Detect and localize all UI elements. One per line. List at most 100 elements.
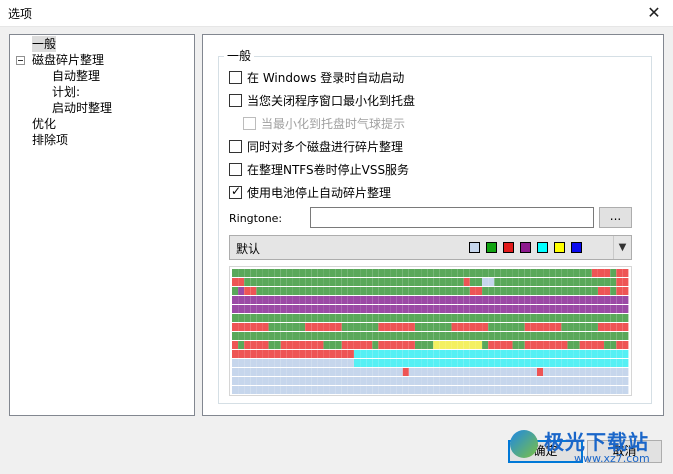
disk-cluster-cell <box>360 305 367 313</box>
disk-cluster-cell <box>561 278 568 286</box>
disk-cluster-cell <box>567 287 574 295</box>
disk-cluster-cell <box>500 359 507 367</box>
disk-cluster-cell <box>445 269 452 277</box>
disk-cluster-cell <box>549 368 556 376</box>
browse-button[interactable]: ... <box>599 207 632 228</box>
disk-cluster-cell <box>598 323 604 331</box>
disk-cluster-cell <box>610 296 617 304</box>
disk-cluster-cell <box>518 341 525 349</box>
tree-item-schedule[interactable]: 计划: <box>52 84 80 100</box>
disk-cluster-cell <box>354 296 360 304</box>
disk-cluster-cell <box>293 287 299 295</box>
disk-cluster-cell <box>537 323 543 331</box>
chevron-down-icon[interactable]: ▼ <box>613 236 631 259</box>
disk-cluster-cell <box>378 296 385 304</box>
disk-cluster-cell <box>451 350 458 358</box>
disk-cluster-cell <box>427 305 434 313</box>
disk-cluster-cell <box>494 359 501 367</box>
disk-cluster-cell <box>549 269 556 277</box>
disk-cluster-cell <box>549 278 556 286</box>
disk-cluster-cell <box>244 377 251 385</box>
disk-cluster-cell <box>329 332 336 340</box>
disk-cluster-cell <box>537 350 543 358</box>
collapse-icon[interactable] <box>16 56 25 65</box>
disk-cluster-cell <box>598 341 604 349</box>
battery-stop-checkbox[interactable]: ✓ <box>229 184 242 199</box>
disk-cluster-cell <box>360 359 367 367</box>
disk-cluster-cell <box>518 269 525 277</box>
disk-cluster-cell <box>622 305 629 313</box>
disk-cluster-cell <box>500 368 507 376</box>
disk-cluster-cell <box>329 287 336 295</box>
disk-cluster-cell <box>390 269 397 277</box>
disk-cluster-cell <box>274 287 281 295</box>
disk-cluster-cell <box>561 332 568 340</box>
disk-cluster-cell <box>482 341 489 349</box>
disk-cluster-cell <box>610 377 617 385</box>
disk-cluster-cell <box>598 278 604 286</box>
disk-cluster-cell <box>591 377 598 385</box>
disk-cluster-cell <box>549 305 556 313</box>
disk-cluster-cell <box>427 359 434 367</box>
disk-cluster-cell <box>347 323 354 331</box>
disk-cluster-cell <box>329 323 336 331</box>
disk-cluster-cell <box>402 314 409 322</box>
disk-cluster-cell <box>262 296 269 304</box>
ringtone-input[interactable] <box>310 207 594 228</box>
color-scheme-dropdown[interactable]: 默认 ▼ <box>229 235 632 260</box>
disk-cluster-cell <box>390 368 397 376</box>
disk-cluster-cell <box>262 350 269 358</box>
disk-cluster-cell <box>238 377 245 385</box>
tree-item-defrag[interactable]: 磁盘碎片整理 <box>32 52 104 68</box>
disk-cluster-cell <box>500 341 507 349</box>
disk-cluster-cell <box>354 305 360 313</box>
disk-cluster-cell <box>390 278 397 286</box>
disk-cluster-cell <box>610 350 617 358</box>
disk-cluster-cell <box>256 368 263 376</box>
disk-cluster-cell <box>549 287 556 295</box>
title-bar: 选项 ✕ <box>0 0 673 27</box>
disk-cluster-cell <box>402 368 409 376</box>
disk-cluster-cell <box>494 305 501 313</box>
stop-vss-checkbox[interactable] <box>229 163 242 176</box>
tree-item-boot-defrag[interactable]: 启动时整理 <box>52 100 112 116</box>
disk-cluster-cell <box>354 269 360 277</box>
disk-cluster-cell <box>238 296 245 304</box>
options-tree[interactable]: 一般 磁盘碎片整理 自动整理 计划: 启动时整理 优化 排除项 <box>9 34 195 416</box>
disk-cluster-cell <box>622 269 629 277</box>
tree-item-auto-defrag[interactable]: 自动整理 <box>52 68 100 84</box>
multi-disk-checkbox[interactable] <box>229 140 242 153</box>
disk-cluster-cell <box>238 278 245 286</box>
disk-cluster-cell <box>329 359 336 367</box>
disk-cluster-cell <box>415 341 421 349</box>
disk-cluster-cell <box>445 314 452 322</box>
close-icon[interactable]: ✕ <box>643 3 665 23</box>
disk-cluster-cell <box>390 314 397 322</box>
disk-cluster-cell <box>549 359 556 367</box>
disk-cluster-cell <box>317 377 324 385</box>
disk-cluster-cell <box>323 377 330 385</box>
disk-cluster-cell <box>335 359 342 367</box>
disk-cluster-cell <box>323 386 330 394</box>
disk-cluster-cell <box>598 359 604 367</box>
disk-cluster-cell <box>543 278 550 286</box>
tree-item-exclusions[interactable]: 排除项 <box>32 132 68 148</box>
disk-cluster-cell <box>585 341 592 349</box>
disk-cluster-cell <box>329 296 336 304</box>
autostart-checkbox[interactable] <box>229 71 242 84</box>
disk-cluster-cell <box>378 386 385 394</box>
disk-cluster-cell <box>317 314 324 322</box>
disk-cluster-cell <box>323 323 330 331</box>
disk-cluster-cell <box>408 314 415 322</box>
disk-cluster-cell <box>323 278 330 286</box>
disk-cluster-cell <box>451 269 458 277</box>
disk-cluster-cell <box>439 269 446 277</box>
disk-cluster-cell <box>488 323 495 331</box>
minimize-tray-checkbox[interactable] <box>229 94 242 107</box>
disk-cluster-cell <box>311 350 318 358</box>
tree-item-optimize[interactable]: 优化 <box>32 116 56 132</box>
disk-cluster-cell <box>610 386 617 394</box>
disk-cluster-cell <box>579 350 586 358</box>
disk-cluster-cell <box>323 341 330 349</box>
tree-item-general[interactable]: 一般 <box>32 36 57 52</box>
